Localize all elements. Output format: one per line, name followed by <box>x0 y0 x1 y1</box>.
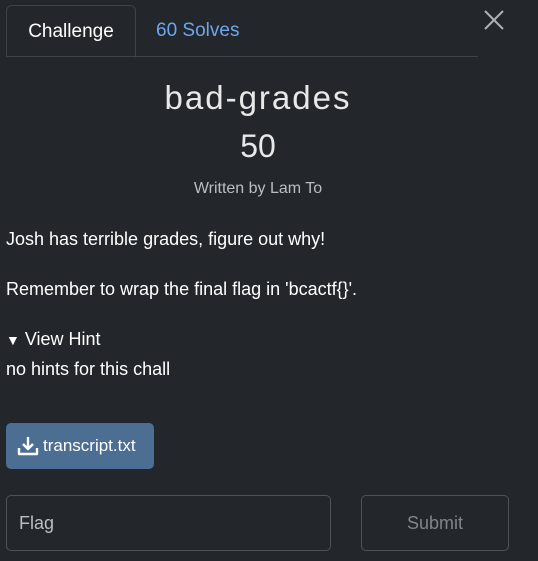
challenge-points: 50 <box>240 128 276 164</box>
submit-button[interactable]: Submit <box>361 495 509 551</box>
challenge-title: bad-grades <box>164 79 352 116</box>
description-line-2: Remember to wrap the final flag in 'bcac… <box>6 279 358 299</box>
close-icon <box>484 10 504 30</box>
hint-text: no hints for this chall <box>6 359 171 379</box>
file-download-label: transcript.txt <box>43 436 136 455</box>
file-download-button[interactable]: transcript.txt <box>6 423 154 469</box>
view-hint-toggle[interactable]: ▼ View Hint <box>6 329 101 350</box>
flag-input[interactable] <box>6 495 331 551</box>
close-button[interactable] <box>482 8 506 32</box>
view-hint-label: View Hint <box>24 329 101 349</box>
download-icon <box>17 437 39 456</box>
description-line-1: Josh has terrible grades, figure out why… <box>6 229 326 249</box>
tab-solves[interactable]: 60 Solves <box>156 5 239 57</box>
challenge-author: Written by Lam To <box>193 180 323 197</box>
triangle-down-icon: ▼ <box>6 332 20 348</box>
tab-bar: Challenge 60 Solves <box>6 5 478 58</box>
tab-challenge[interactable]: Challenge <box>6 5 136 58</box>
